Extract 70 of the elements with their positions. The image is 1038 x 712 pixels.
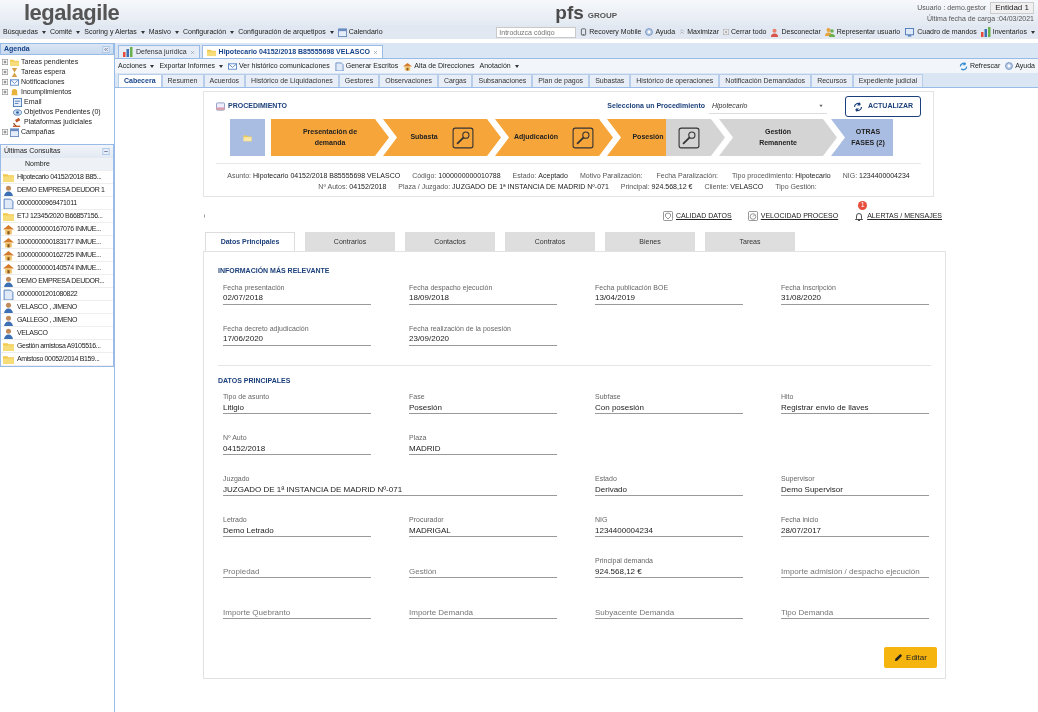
input-field[interactable]: Importe Quebranto bbox=[223, 606, 371, 620]
input-field[interactable]: Propiedad bbox=[223, 565, 371, 579]
input-field[interactable]: Importe admisión / despacho ejecución bbox=[781, 565, 929, 579]
refresh-icon bbox=[852, 101, 863, 112]
bar-chart-icon bbox=[123, 47, 133, 57]
person-icon bbox=[3, 301, 14, 313]
document-icon bbox=[3, 197, 14, 209]
window-icon bbox=[13, 97, 22, 107]
input-field[interactable]: Derivado bbox=[595, 483, 743, 497]
input-field[interactable]: Importe Demanda bbox=[409, 606, 557, 620]
input-field[interactable]: 1234400004234 bbox=[595, 524, 743, 538]
gavel-icon bbox=[13, 117, 22, 127]
input-field[interactable]: Posesión bbox=[409, 401, 557, 415]
refresh-icon bbox=[958, 61, 968, 71]
input-field[interactable]: MADRID bbox=[409, 442, 557, 456]
bell-icon bbox=[854, 211, 865, 222]
house-icon bbox=[3, 262, 14, 274]
shield-icon bbox=[663, 211, 673, 222]
entity-label[interactable]: Entidad 1 bbox=[990, 1, 1034, 15]
person-icon bbox=[770, 27, 780, 37]
input-field[interactable]: 23/09/2020 bbox=[409, 332, 557, 346]
person-icon bbox=[3, 275, 14, 287]
input-field[interactable]: Demo Supervisor bbox=[781, 483, 929, 497]
input-field[interactable]: Subyacente Demanda bbox=[595, 606, 743, 620]
help-icon bbox=[645, 28, 654, 36]
edit-button[interactable]: Editar bbox=[884, 647, 937, 669]
mail-icon bbox=[10, 77, 19, 87]
input-field[interactable]: Litigio bbox=[223, 401, 371, 415]
input-field[interactable]: 28/07/2017 bbox=[781, 524, 929, 538]
calendar-icon bbox=[10, 127, 19, 137]
input-field[interactable]: 13/04/2019 bbox=[595, 291, 743, 305]
eye-icon bbox=[13, 107, 22, 117]
input-field[interactable]: 31/08/2020 bbox=[781, 291, 929, 305]
input-field[interactable]: 924.568,12 € bbox=[595, 565, 743, 579]
house-icon bbox=[403, 61, 413, 71]
bar-chart-icon bbox=[980, 27, 991, 37]
house-icon bbox=[3, 236, 14, 248]
input-field[interactable]: 18/09/2018 bbox=[409, 291, 557, 305]
phone-icon bbox=[580, 27, 588, 37]
help-icon bbox=[1005, 62, 1014, 70]
brand-logo: pfs bbox=[555, 3, 584, 22]
input-field[interactable]: 17/06/2020 bbox=[223, 332, 371, 346]
logo: legalagile bbox=[24, 1, 120, 24]
input-field[interactable]: Registrar envio de llaves bbox=[781, 401, 929, 415]
document-icon bbox=[334, 61, 344, 71]
bell-icon bbox=[10, 87, 19, 97]
input-field[interactable]: MADRIGAL bbox=[409, 524, 557, 538]
maximize-icon bbox=[679, 29, 686, 35]
phase-step[interactable] bbox=[230, 119, 265, 156]
input-field[interactable]: Tipo Demanda bbox=[781, 606, 929, 620]
person-icon bbox=[3, 184, 14, 196]
house-icon bbox=[3, 223, 14, 235]
brand-suffix: GROUP bbox=[587, 10, 618, 22]
document-icon bbox=[3, 288, 14, 300]
input-field[interactable]: Gestión bbox=[409, 565, 557, 579]
gauge-icon bbox=[747, 211, 758, 222]
house-icon bbox=[3, 249, 14, 261]
close-icon bbox=[723, 29, 730, 35]
hourglass-icon bbox=[10, 67, 19, 77]
input-field[interactable]: Con posesión bbox=[595, 401, 743, 415]
input-field[interactable]: JUZGADO DE 1ª INSTANCIA DE MADRID Nº-071 bbox=[223, 483, 557, 497]
mail-icon bbox=[228, 61, 238, 71]
users-icon bbox=[824, 27, 835, 37]
pencil-icon bbox=[894, 653, 904, 663]
input-field[interactable]: 02/07/2018 bbox=[223, 291, 371, 305]
person-icon bbox=[3, 327, 14, 339]
minimize-icon bbox=[102, 148, 110, 155]
input-field[interactable]: 04152/2018 bbox=[223, 442, 371, 456]
input-field[interactable]: Demo Letrado bbox=[223, 524, 371, 538]
person-icon bbox=[3, 314, 14, 326]
